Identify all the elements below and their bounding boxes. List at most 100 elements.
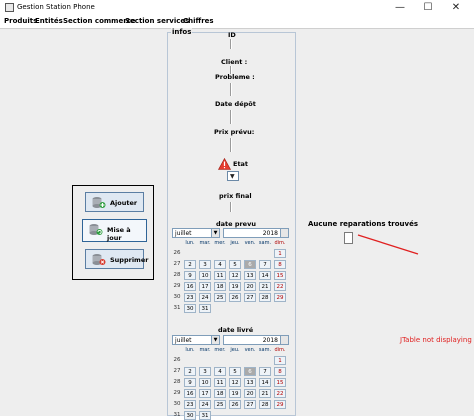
calendar-day[interactable]: 7: [259, 367, 271, 376]
week-number: 30: [173, 294, 181, 300]
calendar-day[interactable]: 19: [229, 282, 241, 291]
calendar-day[interactable]: 15: [274, 378, 286, 387]
month-dropdown[interactable]: juillet ▼: [172, 335, 220, 345]
probleme-field[interactable]: [230, 83, 232, 96]
calendar-day[interactable]: 24: [199, 400, 211, 409]
calendar-day[interactable]: 15: [274, 271, 286, 280]
weekday-header: lun.: [185, 240, 195, 246]
calendar-day[interactable]: 23: [184, 400, 196, 409]
calendar-day[interactable]: 5: [229, 260, 241, 269]
calendar-day[interactable]: 9: [184, 271, 196, 280]
calendar-day[interactable]: 17: [199, 389, 211, 398]
week-number: 28: [173, 379, 181, 385]
calendar-day[interactable]: 25: [214, 400, 226, 409]
calendar-day[interactable]: 10: [199, 271, 211, 280]
calendar-day[interactable]: 22: [274, 389, 286, 398]
calendar-day[interactable]: 27: [244, 293, 256, 302]
calendar-day[interactable]: 22: [274, 282, 286, 291]
date-depot-field[interactable]: [230, 110, 232, 124]
week-number: 31: [173, 305, 181, 311]
calendar-day[interactable]: 8: [274, 260, 286, 269]
weekday-header: dim.: [274, 240, 286, 246]
add-button-label: Ajouter: [110, 199, 138, 207]
probleme-label: Probleme :: [215, 73, 255, 81]
app-icon: [5, 3, 14, 12]
calendar-day[interactable]: 16: [184, 389, 196, 398]
delete-button[interactable]: Supprimer: [85, 249, 148, 269]
id-field[interactable]: [230, 39, 232, 49]
calendar-day[interactable]: 7: [259, 260, 271, 269]
menu-entites[interactable]: Entités: [35, 17, 63, 25]
calendar-day[interactable]: 20: [244, 282, 256, 291]
spinner-arrows-icon[interactable]: [280, 229, 288, 237]
month-dropdown[interactable]: juillet ▼: [172, 228, 220, 238]
menu-section-services[interactable]: Section services: [125, 17, 189, 25]
calendar-day[interactable]: 4: [214, 260, 226, 269]
infos-panel-title: infos: [171, 28, 193, 36]
date-prevu-calendar: juillet ▼ 2018 lun. mar. mer. jeu. ven. sam. d…: [172, 228, 290, 318]
add-button[interactable]: Ajouter: [85, 192, 144, 212]
calendar-day[interactable]: 10: [199, 378, 211, 387]
repairs-table[interactable]: [344, 232, 353, 244]
menu-produits[interactable]: Produits: [4, 17, 37, 25]
calendar-day[interactable]: 28: [259, 293, 271, 302]
maximize-button[interactable]: ☐: [414, 1, 442, 14]
update-button[interactable]: Mise à jour: [82, 219, 147, 242]
calendar-day[interactable]: 21: [259, 282, 271, 291]
calendar-day[interactable]: 18: [214, 282, 226, 291]
minimize-button[interactable]: —: [386, 1, 414, 14]
calendar-day[interactable]: 27: [244, 400, 256, 409]
calendar-day[interactable]: 12: [229, 378, 241, 387]
weekday-header: mar.: [199, 240, 211, 246]
calendar-day[interactable]: 14: [259, 271, 271, 280]
prix-final-label: prix final: [219, 192, 252, 200]
annotation-arrow: [357, 234, 419, 255]
calendar-day[interactable]: 18: [214, 389, 226, 398]
calendar-day[interactable]: 9: [184, 378, 196, 387]
calendar-day[interactable]: 1: [274, 356, 286, 365]
calendar-day[interactable]: 1: [274, 249, 286, 258]
calendar-day[interactable]: 25: [214, 293, 226, 302]
year-spinner[interactable]: 2018: [223, 335, 289, 345]
calendar-day[interactable]: 26: [229, 293, 241, 302]
date-prevu-label: date prevu: [216, 220, 256, 228]
calendar-day[interactable]: 6: [244, 260, 256, 269]
calendar-day[interactable]: 30: [184, 304, 196, 313]
calendar-day[interactable]: 21: [259, 389, 271, 398]
weekday-header: mar.: [199, 347, 211, 353]
calendar-day[interactable]: 11: [214, 378, 226, 387]
calendar-day[interactable]: 16: [184, 282, 196, 291]
spinner-arrows-icon[interactable]: [280, 336, 288, 344]
prix-prevu-field[interactable]: [230, 138, 232, 152]
year-spinner[interactable]: 2018: [223, 228, 289, 238]
calendar-day[interactable]: 8: [274, 367, 286, 376]
calendar-day[interactable]: 13: [244, 378, 256, 387]
calendar-day[interactable]: 26: [229, 400, 241, 409]
calendar-day[interactable]: 3: [199, 260, 211, 269]
close-button[interactable]: ✕: [442, 1, 470, 14]
calendar-day[interactable]: 14: [259, 378, 271, 387]
calendar-day[interactable]: 19: [229, 389, 241, 398]
calendar-day[interactable]: 20: [244, 389, 256, 398]
chevron-down-icon: ▼: [211, 336, 219, 344]
calendar-day[interactable]: 5: [229, 367, 241, 376]
calendar-day[interactable]: 24: [199, 293, 211, 302]
calendar-day[interactable]: 4: [214, 367, 226, 376]
calendar-day[interactable]: 3: [199, 367, 211, 376]
delete-button-label: Supprimer: [110, 256, 149, 264]
calendar-day[interactable]: 2: [184, 260, 196, 269]
calendar-day[interactable]: 29: [274, 293, 286, 302]
etat-dropdown[interactable]: ▼: [227, 171, 239, 181]
calendar-day[interactable]: 2: [184, 367, 196, 376]
calendar-day[interactable]: 11: [214, 271, 226, 280]
calendar-day[interactable]: 23: [184, 293, 196, 302]
calendar-day[interactable]: 29: [274, 400, 286, 409]
menu-chiffres[interactable]: Chiffres: [183, 17, 214, 25]
calendar-day[interactable]: 31: [199, 304, 211, 313]
calendar-day[interactable]: 28: [259, 400, 271, 409]
calendar-day[interactable]: 17: [199, 282, 211, 291]
calendar-day[interactable]: 12: [229, 271, 241, 280]
calendar-day[interactable]: 13: [244, 271, 256, 280]
prix-final-field[interactable]: [230, 202, 232, 212]
calendar-day[interactable]: 6: [244, 367, 256, 376]
